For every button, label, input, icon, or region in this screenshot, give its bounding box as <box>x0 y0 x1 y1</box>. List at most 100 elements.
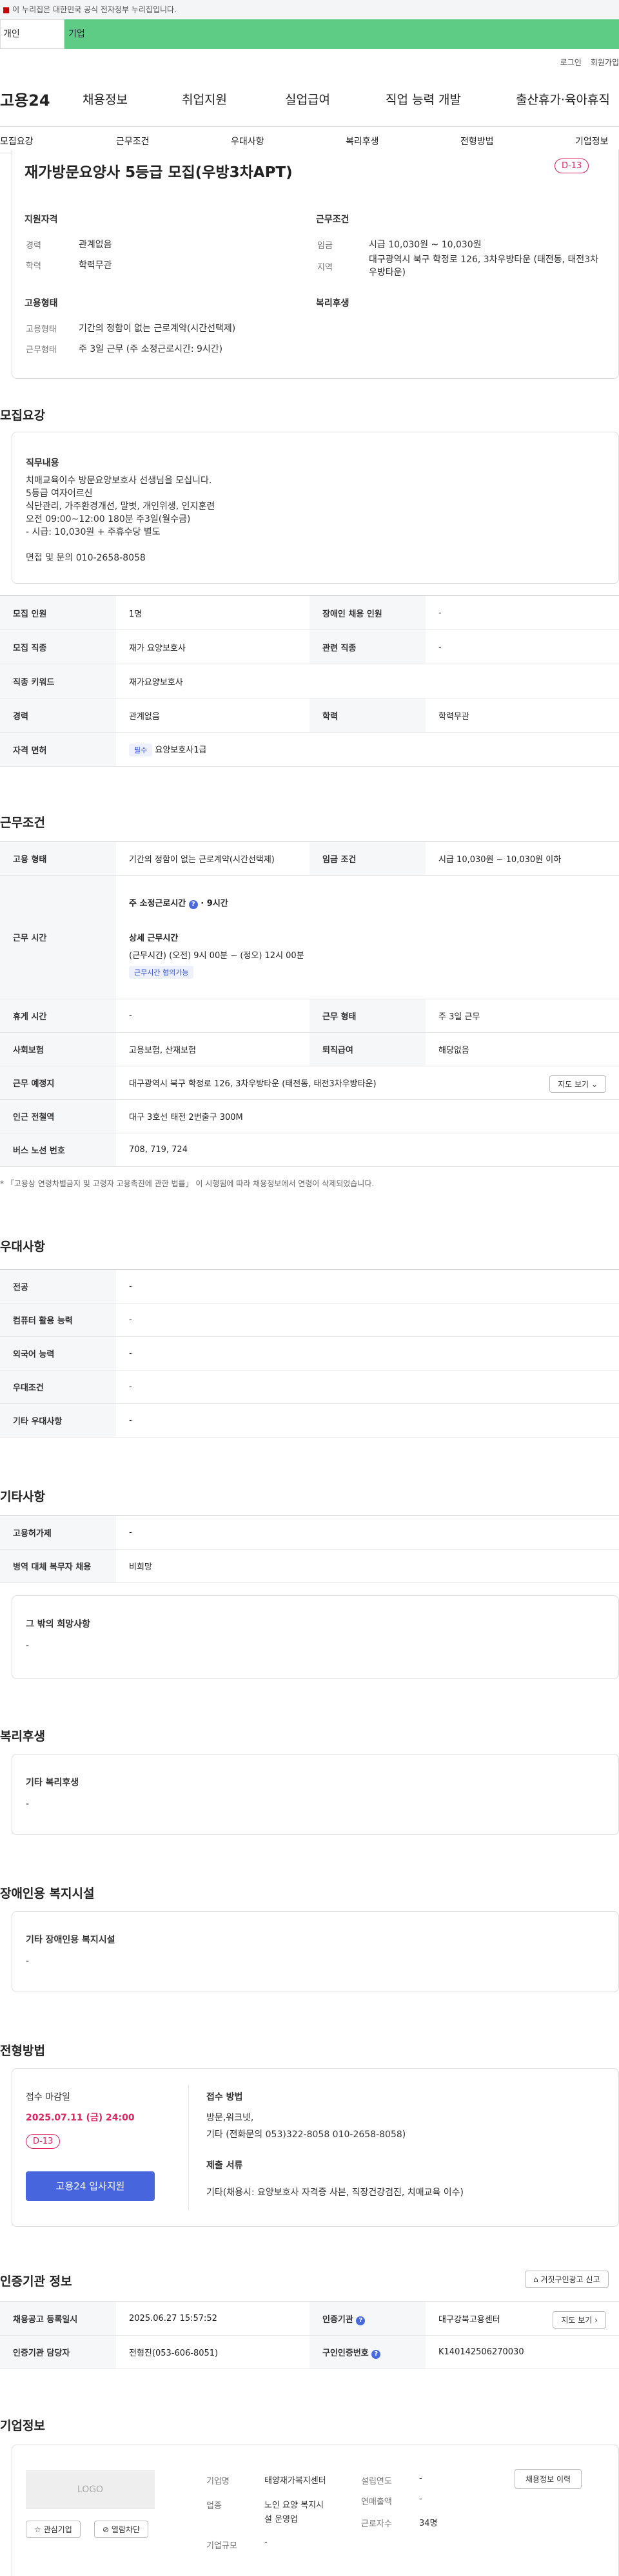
cell-value: - <box>426 630 619 664</box>
sales-label: 연매출액 <box>361 2497 392 2507</box>
cell-label: 버스 노선 번호 <box>0 1133 116 1167</box>
table-row: 컴퓨터 활용 능력 - <box>0 1303 619 1337</box>
company-logo-placeholder: LOGO <box>26 2470 155 2509</box>
recruit-table: 모집 인원 1명 장애인 채용 인원 - 모집 직종 재가 요양보호사 관련 직… <box>0 595 619 767</box>
cell-label: 관련 직종 <box>310 630 426 664</box>
method-value-2: 기타 (전화문의 053)322-8058 010-2658-8058) <box>206 2129 406 2140</box>
cell-label: 임금 조건 <box>310 841 426 876</box>
table-row: 사회보험 고용보험, 산재보험 퇴직급여 해당없음 <box>0 1032 619 1066</box>
org-label: 인증기관 <box>322 2314 353 2325</box>
negotiable-chip: 근무시간 협의가능 <box>129 965 194 979</box>
anchor-recruit[interactable]: 모집요강 <box>0 135 34 148</box>
cert-map-button[interactable]: 지도 보기 › <box>553 2311 606 2329</box>
gnb-item-jobs[interactable]: 채용정보 <box>83 90 128 108</box>
cell-label: 컴퓨터 활용 능력 <box>0 1303 116 1337</box>
cell-label: 모집 직종 <box>0 630 116 664</box>
industry-value-2: 설 운영업 <box>264 2515 298 2524</box>
help-icon[interactable]: ? <box>188 899 198 909</box>
table-row: 자격 면허 필수 요양보호사1급 <box>0 732 619 767</box>
cell-value: - <box>426 595 619 630</box>
tab-company[interactable]: 기업 <box>64 19 619 49</box>
anchor-company[interactable]: 기업정보 <box>575 135 609 148</box>
cell-value: 관계없음 <box>116 698 310 733</box>
detail-hours-value: (근무시간) (오전) 9시 00분 ~ (정오) 12시 00분 <box>129 950 304 961</box>
preference-table: 전공 - 컴퓨터 활용 능력 - 외국어 능력 - 우대조건 - 기타 우대사항 - <box>0 1269 619 1437</box>
edu-value: 학력무관 <box>79 260 112 271</box>
report-button[interactable]: ⌂ 거짓구인광고 신고 <box>525 2271 609 2288</box>
anchor-screening[interactable]: 전형방법 <box>460 135 494 148</box>
job-content-line: 식단관리, 가주환경개선, 말벗, 개인위생, 인지훈련 <box>26 501 215 512</box>
table-row: 근무 시간 주 소정근로시간 ? · 9시간 상세 근무시간 (근무시간) (오… <box>0 875 619 999</box>
disability-card-value: - <box>26 1956 30 1966</box>
report-button-label: 거짓구인광고 신고 <box>540 2275 600 2284</box>
founded-value: - <box>419 2474 422 2483</box>
industry-value-1: 노인 요양 복지시 <box>264 2501 324 2510</box>
cell-label: 전공 <box>0 1269 116 1303</box>
gnb-item-employment-support[interactable]: 취업지원 <box>182 90 227 108</box>
cell-value: 고용보험, 산재보험 <box>116 1032 310 1066</box>
cell-value: - <box>116 1269 619 1303</box>
company-name-value: 태양재가복지센터 <box>264 2476 326 2486</box>
help-icon[interactable]: ? <box>356 2316 366 2325</box>
career-value: 관계없음 <box>79 240 112 250</box>
logo[interactable]: 고용24 <box>0 88 50 110</box>
cell-label: 근무 시간 <box>0 875 116 999</box>
login-link[interactable]: 로그인 <box>560 57 582 68</box>
cell-label: 인증기관 ? <box>310 2302 426 2336</box>
sales-value: - <box>419 2494 422 2504</box>
anchor-welfare[interactable]: 복리후생 <box>346 135 379 148</box>
table-row: 휴게 시간 - 근무 형태 주 3일 근무 <box>0 999 619 1033</box>
gnb-item-unemployment[interactable]: 실업급여 <box>285 90 330 108</box>
cell-label: 인증기관 담당자 <box>0 2335 116 2369</box>
job-content-line: 면접 및 문의 010-2658-8058 <box>26 553 146 563</box>
fav-company-button[interactable]: ☆ 관심기업 <box>26 2521 81 2538</box>
job-content-title: 직무내용 <box>26 458 59 468</box>
method-title: 접수 방법 <box>206 2092 243 2102</box>
anchor-conditions[interactable]: 근무조건 <box>116 135 150 148</box>
work-value: 주 3일 근무 (주 소정근로시간: 9시간) <box>79 344 223 354</box>
table-row: 우대조건 - <box>0 1370 619 1404</box>
job-content-spacer <box>26 539 215 552</box>
cell-label: 외국어 능력 <box>0 1336 116 1370</box>
apply-button[interactable]: 고용24 입사지원 <box>26 2171 155 2201</box>
cell-label: 우대조건 <box>0 1370 116 1404</box>
cell-label: 모집 인원 <box>0 595 116 630</box>
flag-icon: ■ <box>3 5 10 14</box>
help-icon[interactable]: ? <box>371 2349 381 2359</box>
job-content-text: 치매교육이수 방문요양보호사 선생님을 모십니다. 5등급 여자어르신 식단관리… <box>26 474 215 564</box>
cell-value: - <box>116 1370 619 1404</box>
map-button[interactable]: 지도 보기 ⌄ <box>549 1075 606 1093</box>
anchor-preference[interactable]: 우대사항 <box>231 135 264 148</box>
tab-personal[interactable]: 개인 <box>0 19 64 49</box>
section-disability: 장애인용 복지시설 <box>0 1887 95 1901</box>
age-note: * 「고용상 연령차별금지 및 고령자 고용촉진에 관한 법률」 이 시행됨에 … <box>0 1179 375 1188</box>
method-value-1: 방문,워크넷, <box>206 2113 254 2123</box>
cell-label: 병역 대체 복무자 채용 <box>0 1549 116 1583</box>
top-tabs: 개인 기업 <box>0 19 619 49</box>
chevron-down-icon: ⌄ <box>591 1080 598 1089</box>
block-company-button[interactable]: ⊘ 열람차단 <box>94 2521 149 2538</box>
cell-value: 주 3일 근무 <box>426 999 619 1033</box>
cell-label: 퇴직급여 <box>310 1032 426 1066</box>
cell-label: 기타 우대사항 <box>0 1403 116 1437</box>
job-history-button[interactable]: 채용정보 이력 <box>515 2469 582 2489</box>
cell-label: 고용 형태 <box>0 841 116 876</box>
table-row: 경력 관계없음 학력 학력무관 <box>0 698 619 733</box>
cell-value: 1명 <box>116 595 310 630</box>
wage-label: 임금 <box>317 241 333 251</box>
signup-link[interactable]: 회원가입 <box>591 57 619 68</box>
screening-divider <box>188 2085 189 2210</box>
section-preference: 우대사항 <box>0 1240 45 1254</box>
weekly-hours-label: 주 소정근로시간 <box>129 898 186 908</box>
table-row: 직종 키워드 재가요양보호사 <box>0 664 619 698</box>
cell-value: 재가 요양보호사 <box>116 630 310 664</box>
gnb-item-leave[interactable]: 출산휴가·육아휴직 <box>516 90 610 108</box>
gnb-item-training[interactable]: 직업 능력 개발 <box>386 90 461 108</box>
job-content-line: 5등급 여자어르신 <box>26 488 93 499</box>
staff-label: 근로자수 <box>361 2519 392 2529</box>
cell-label: 근무 형태 <box>310 999 426 1033</box>
job-content-line: - 시급: 10,030원 + 주휴수당 별도 <box>26 527 161 537</box>
table-row: 고용 형태 기간의 정함이 없는 근로계약(시간선택제) 임금 조건 시급 10… <box>0 841 619 876</box>
cell-value: 기간의 정함이 없는 근로계약(시간선택제) <box>116 841 310 876</box>
